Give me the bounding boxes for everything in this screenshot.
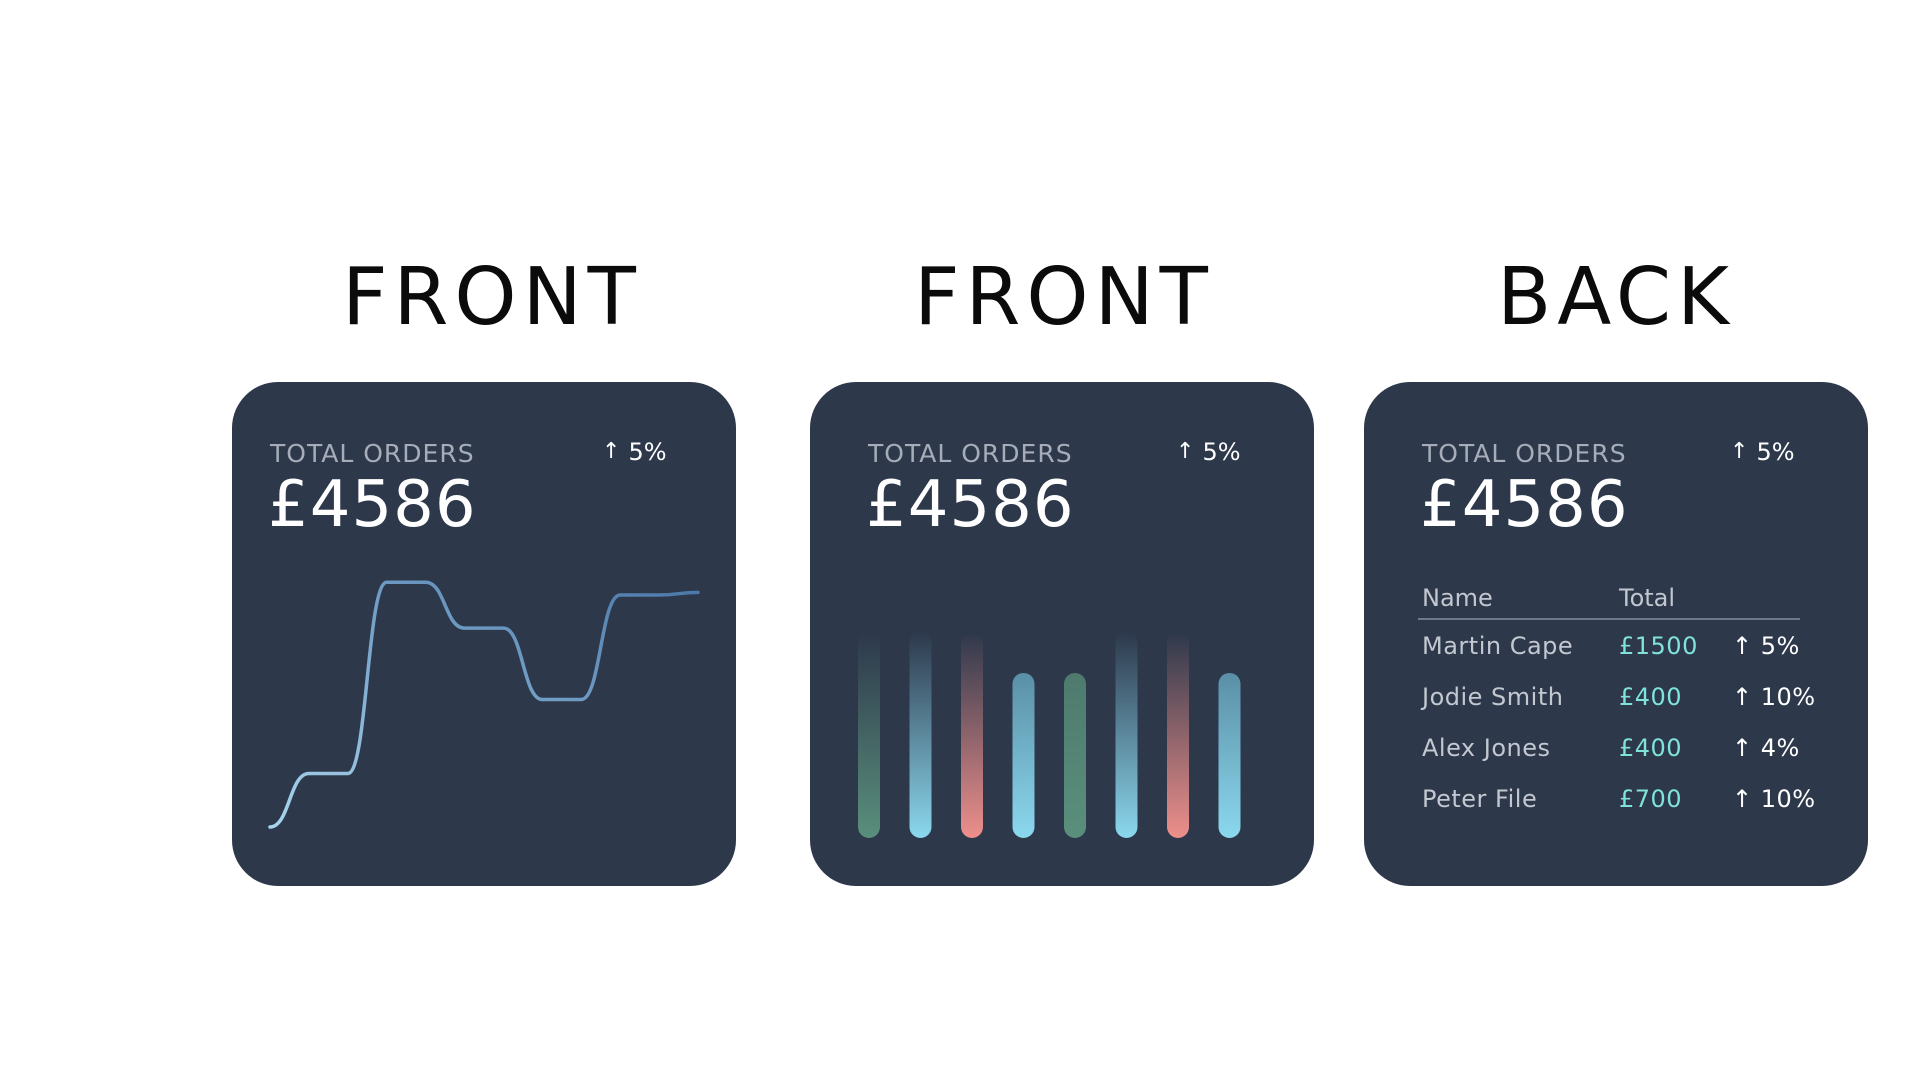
arrow-up-icon: ↑ [1732,683,1761,711]
arrow-up-icon: ↑ [1732,632,1761,660]
front-title-1: FRONT [342,251,642,343]
row-change-value: 10% [1760,785,1816,813]
row-name: Martin Cape [1422,632,1574,660]
table-row[interactable]: Jodie Smith £400 ↑ 10% [1422,671,1822,722]
bar-chart [858,632,1241,838]
row-name: Alex Jones [1422,734,1551,762]
bar-8 [1218,672,1241,838]
line-series [268,580,700,829]
card-change: ↑ 5% [1730,438,1795,466]
bar-2 [909,632,932,838]
bar-1 [858,632,880,838]
row-name: Peter File [1422,785,1538,813]
orders-card-bars[interactable]: TOTAL ORDERS ↑ 5% £4586 [810,382,1314,886]
table-row[interactable]: Martin Cape £1500 ↑ 5% [1422,620,1822,671]
row-total: £400 [1619,734,1683,762]
row-change-value: 10% [1760,683,1816,711]
row-total: £400 [1619,683,1683,711]
arrow-up-icon: ↑ [1732,734,1761,762]
table-row[interactable]: Alex Jones £400 ↑ 4% [1422,722,1822,773]
dashboard-stage: FRONT FRONT BACK TOTAL ORDERS ↑ 5% £4586… [0,0,1920,1080]
orders-table: Name Total Martin Cape £1500 ↑ 5% Jodie … [1418,582,1822,824]
bar-3 [961,632,983,838]
orders-card-line[interactable]: TOTAL ORDERS ↑ 5% £4586 [232,382,736,886]
row-name: Jodie Smith [1422,683,1564,711]
row-change-value: 4% [1760,734,1800,762]
orders-card-table[interactable]: TOTAL ORDERS ↑ 5% £4586 Name Total Marti… [1364,382,1868,886]
row-change: ↑ 10% [1732,785,1816,813]
bar-7 [1167,632,1189,838]
table-header: Name Total [1418,582,1800,620]
row-change-value: 5% [1760,632,1800,660]
row-change: ↑ 4% [1732,734,1800,762]
card-change-value: 5% [1756,438,1795,466]
back-title: BACK [1497,251,1735,343]
arrow-up-icon: ↑ [1732,785,1761,813]
card-label: TOTAL ORDERS [1422,439,1627,468]
header-total: Total [1619,584,1676,612]
bar-6 [1115,632,1138,838]
row-change: ↑ 5% [1732,632,1800,660]
arrow-up-icon: ↑ [1730,439,1749,464]
front-title-2: FRONT [914,251,1214,343]
card-value: £4586 [1420,468,1629,542]
line-chart [268,580,700,829]
row-total: £1500 [1619,632,1698,660]
table-row[interactable]: Peter File £700 ↑ 10% [1422,773,1822,824]
bar-4 [1012,672,1035,838]
row-change: ↑ 10% [1732,683,1816,711]
row-total: £700 [1619,785,1683,813]
header-name: Name [1422,584,1493,612]
bar-5 [1064,672,1086,838]
